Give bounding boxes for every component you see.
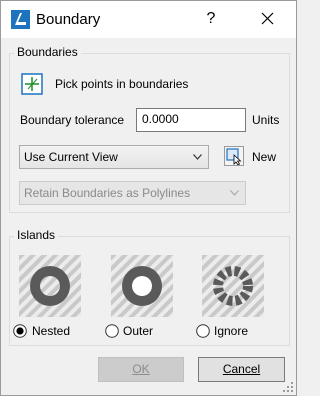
boundary-dialog: Boundary ? Boundaries Pick points in bou… <box>0 0 297 396</box>
pick-points-label: Pick points in boundaries <box>55 77 189 91</box>
boundaries-group-label: Boundaries <box>14 45 81 59</box>
radio-ignore[interactable] <box>196 324 210 338</box>
retain-selected: Retain Boundaries as Polylines <box>24 186 191 200</box>
close-button[interactable] <box>253 5 283 33</box>
outer-label: Outer <box>123 324 154 338</box>
dialog-title: Boundary <box>36 11 101 28</box>
title-bar[interactable]: Boundary ? <box>1 1 296 38</box>
chevron-down-icon <box>230 190 239 196</box>
island-nested-icon[interactable] <box>19 255 81 317</box>
view-set-selected: Use Current View <box>24 150 118 164</box>
cancel-button[interactable]: Cancel <box>198 357 285 382</box>
nested-label: Nested <box>32 324 71 338</box>
close-icon <box>261 12 274 25</box>
help-button[interactable]: ? <box>196 5 226 33</box>
app-logo-icon <box>11 10 30 29</box>
resize-grip-icon[interactable] <box>283 382 293 392</box>
islands-group-label: Islands <box>14 228 59 242</box>
island-ignore-icon[interactable] <box>202 255 264 317</box>
ignore-label: Ignore <box>214 324 249 338</box>
view-set-dropdown[interactable]: Use Current View <box>19 145 209 169</box>
tolerance-label: Boundary tolerance <box>20 113 125 127</box>
island-outer-icon[interactable] <box>111 255 173 317</box>
tolerance-input[interactable]: 0.0000 <box>136 108 246 132</box>
ok-button[interactable]: OK <box>98 357 184 382</box>
new-label: New <box>252 150 277 164</box>
select-objects-icon <box>226 148 242 166</box>
new-boundary-set-button[interactable] <box>224 146 244 166</box>
retain-boundaries-dropdown[interactable]: Retain Boundaries as Polylines <box>19 181 246 205</box>
pick-points-button[interactable]: Pick points in boundaries <box>20 71 200 97</box>
chevron-down-icon <box>193 154 202 160</box>
pick-points-icon <box>21 73 43 95</box>
radio-outer[interactable] <box>105 324 119 338</box>
tolerance-units-label: Units <box>252 113 280 127</box>
radio-nested[interactable] <box>13 324 27 338</box>
